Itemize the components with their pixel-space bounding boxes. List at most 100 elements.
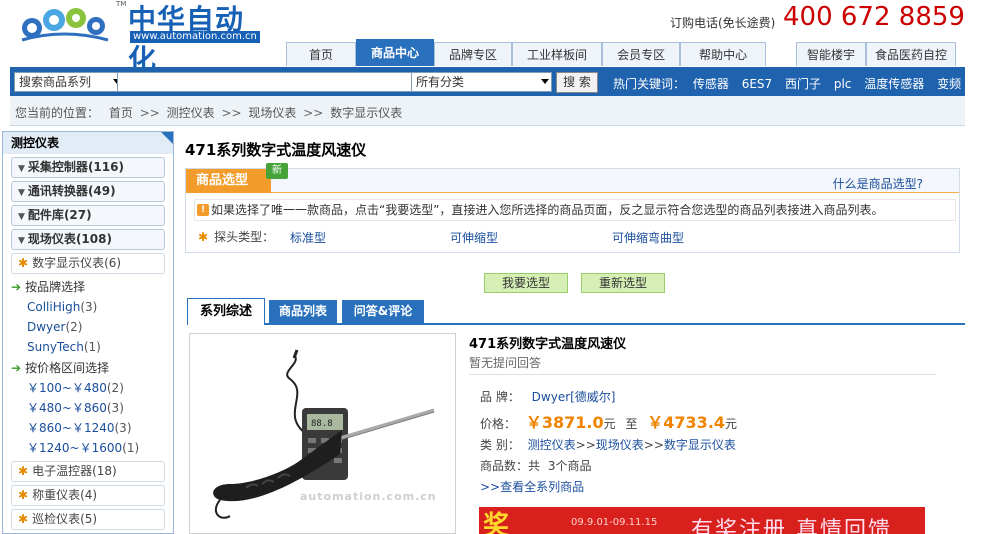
hot-keyword[interactable]: plc bbox=[834, 77, 852, 91]
product-name: 471系列数字式温度风速仪 bbox=[469, 337, 627, 352]
sidebar-item-collectors[interactable]: ▼ 采集控制器(116) bbox=[11, 157, 165, 178]
sidebar-sub-temp-controller[interactable]: ✱ 电子温控器(18) bbox=[11, 461, 165, 482]
sidebar-item-converters[interactable]: ▼ 通讯转换器(49) bbox=[11, 181, 165, 202]
brand-filter-label: 按品牌选择 bbox=[25, 280, 86, 294]
category-value: 所有分类 bbox=[416, 75, 465, 89]
sidebar-item-accessories[interactable]: ▼ 配件库(27) bbox=[11, 205, 165, 226]
brand-filter-link[interactable]: ColliHigh bbox=[27, 300, 80, 314]
brand-url: www.automation.com.cn bbox=[130, 31, 260, 43]
price-filter-link[interactable]: ￥480~￥860 bbox=[27, 401, 107, 415]
arrow-right-icon: ➔ bbox=[11, 280, 22, 294]
sidebar-item-label: 配件库 bbox=[27, 208, 64, 222]
category-link[interactable]: 数字显示仪表 bbox=[664, 438, 736, 452]
breadcrumb-item[interactable]: 现场仪表 bbox=[248, 106, 296, 120]
price-filter-link[interactable]: ￥1240~￥1600 bbox=[27, 441, 122, 455]
sidebar-sub-inspection[interactable]: ✱ 巡检仪表(5) bbox=[11, 509, 165, 530]
logo-people-icon bbox=[21, 8, 109, 42]
search-button[interactable]: 搜 索 bbox=[556, 72, 598, 93]
tab-brands[interactable]: 品牌专区 bbox=[434, 42, 513, 66]
tab-help[interactable]: 帮助中心 bbox=[680, 42, 767, 66]
tab-showroom[interactable]: 工业样板间 bbox=[512, 42, 603, 66]
sidebar-sub-digital-display[interactable]: ✱ 数字显示仪表(6) bbox=[11, 253, 165, 274]
tab-smart-building[interactable]: 智能楼宇 bbox=[796, 42, 867, 66]
main-nav: 首页 商品中心 品牌专区 工业样板间 会员专区 帮助中心 bbox=[286, 39, 767, 66]
probe-option-telescoping[interactable]: 可伸缩型 bbox=[450, 229, 498, 246]
price-filter-link[interactable]: ￥100~￥480 bbox=[27, 381, 107, 395]
brand-filter-link[interactable]: Dwyer bbox=[27, 320, 65, 334]
hot-keyword[interactable]: 6ES7 bbox=[742, 77, 772, 91]
price-filter-item[interactable]: ￥860~￥1240(3) bbox=[27, 420, 173, 436]
hot-keyword[interactable]: 传感器 bbox=[693, 77, 729, 91]
svg-text:88.8: 88.8 bbox=[311, 419, 333, 429]
sidebar-item-count: (27) bbox=[63, 208, 92, 222]
tab-series-overview[interactable]: 系列综述 bbox=[187, 298, 265, 325]
category-select[interactable]: 所有分类 bbox=[411, 72, 552, 92]
tab-home[interactable]: 首页 bbox=[286, 42, 357, 66]
brand-filter-count: (1) bbox=[83, 340, 101, 354]
sidebar-sub-weighing[interactable]: ✱ 称重仪表(4) bbox=[11, 485, 165, 506]
brand-filter-link[interactable]: SunyTech bbox=[27, 340, 84, 354]
price-low: ￥3871.0 bbox=[525, 413, 604, 432]
sidebar-item-label: 采集控制器 bbox=[27, 160, 88, 174]
tab-products[interactable]: 商品中心 bbox=[356, 39, 435, 66]
price-filter-label: 按价格区间选择 bbox=[25, 361, 110, 375]
search-input[interactable] bbox=[117, 72, 417, 92]
price-unit: 元 bbox=[603, 417, 616, 431]
brand-filter-item[interactable]: Dwyer(2) bbox=[27, 319, 173, 335]
tab-food-pharma[interactable]: 食品医药自控 bbox=[866, 42, 957, 66]
sidebar-sub-label: 巡检仪表 bbox=[32, 512, 81, 526]
price-filter-item[interactable]: ￥1240~￥1600(1) bbox=[27, 440, 173, 456]
select-button[interactable]: 我要选型 bbox=[484, 273, 568, 293]
selection-header: 商品选型 新 什么是商品选型? bbox=[186, 163, 959, 193]
sidebar-item-label: 现场仪表 bbox=[27, 232, 76, 246]
breadcrumb-home[interactable]: 首页 bbox=[109, 106, 133, 120]
price-filter-item[interactable]: ￥480~￥860(3) bbox=[27, 400, 173, 416]
probe-option-telescoping-bent[interactable]: 可伸缩弯曲型 bbox=[612, 229, 684, 246]
probe-option-standard[interactable]: 标准型 bbox=[290, 229, 326, 246]
reselect-button[interactable]: 重新选型 bbox=[581, 273, 665, 293]
chevron-down-icon: ▼ bbox=[18, 236, 25, 246]
price-unit: 元 bbox=[725, 417, 738, 431]
sidebar-sub-label: 称重仪表 bbox=[32, 488, 81, 502]
hot-keyword[interactable]: 温度传感器 bbox=[864, 77, 924, 91]
breadcrumb-bar: 您当前的位置： 首页 >> 测控仪表 >> 现场仪表 >> 数字显示仪表 bbox=[10, 96, 965, 126]
category-sidebar: 测控仪表 ▼ 采集控制器(116) ▼ 通讯转换器(49) ▼ 配件库(27) ▼ 现场… bbox=[2, 131, 174, 534]
qa-status: 暂无提问回答 bbox=[469, 356, 542, 370]
breadcrumb-item[interactable]: 测控仪表 bbox=[167, 106, 215, 120]
sidebar-item-label: 通讯转换器 bbox=[27, 184, 88, 198]
chevron-down-icon: ▼ bbox=[18, 212, 25, 222]
chevron-down-icon: ▼ bbox=[18, 188, 25, 198]
star-icon: ✱ bbox=[18, 512, 29, 526]
sidebar-sub-count: (4) bbox=[80, 488, 98, 502]
search-type-select[interactable]: 搜索商品系列 bbox=[14, 72, 124, 92]
sidebar-title: 测控仪表 bbox=[3, 132, 173, 154]
warning-icon: ! bbox=[197, 204, 209, 216]
promo-banner[interactable]: 奖 09.9.01-09.11.15 有奖注册 真情回馈 bbox=[479, 507, 925, 534]
hot-keyword[interactable]: 西门子 bbox=[785, 77, 821, 91]
price-filter-item[interactable]: ￥100~￥480(2) bbox=[27, 380, 173, 396]
chevron-down-icon bbox=[541, 79, 549, 84]
brand-filter-heading: ➔ 按品牌选择 bbox=[11, 279, 173, 295]
tab-product-list[interactable]: 商品列表 bbox=[269, 300, 337, 325]
tab-qa-reviews[interactable]: 问答&评论 bbox=[342, 300, 424, 325]
brand-filter-item[interactable]: ColliHigh(3) bbox=[27, 299, 173, 315]
anemometer-image: 88.8 bbox=[213, 349, 435, 519]
category-link[interactable]: 测控仪表 bbox=[528, 438, 576, 452]
banner-slogan: 有奖注册 真情回馈 bbox=[691, 518, 892, 534]
brand-filter-item[interactable]: SunyTech(1) bbox=[27, 339, 173, 355]
sidebar-item-field-instruments[interactable]: ▼ 现场仪表(108) bbox=[11, 229, 165, 250]
category-link[interactable]: 现场仪表 bbox=[596, 438, 644, 452]
site-logo[interactable]: 中华自动化 www.automation.com.cn TM bbox=[18, 0, 268, 76]
brand-link[interactable]: Dwyer[德威尔] bbox=[532, 390, 616, 404]
count-row: 商品数：共 3个商品 bbox=[480, 457, 591, 474]
sidebar-sub-label: 数字显示仪表 bbox=[32, 256, 105, 270]
hot-keywords: 热门关键词： 传感器 6ES7 西门子 plc 温度传感器 变频 bbox=[613, 75, 970, 92]
what-is-selection-link[interactable]: 什么是商品选型? bbox=[833, 175, 923, 192]
hot-keyword[interactable]: 变频 bbox=[937, 77, 961, 91]
view-all-series-link[interactable]: >>查看全系列商品 bbox=[480, 478, 584, 495]
product-image[interactable]: 88.8 automation.com.cn bbox=[189, 333, 456, 534]
tab-members[interactable]: 会员专区 bbox=[602, 42, 681, 66]
price-filter-link[interactable]: ￥860~￥1240 bbox=[27, 421, 115, 435]
price-label: 价格： bbox=[480, 417, 517, 431]
breadcrumb-current[interactable]: 数字显示仪表 bbox=[330, 106, 402, 120]
